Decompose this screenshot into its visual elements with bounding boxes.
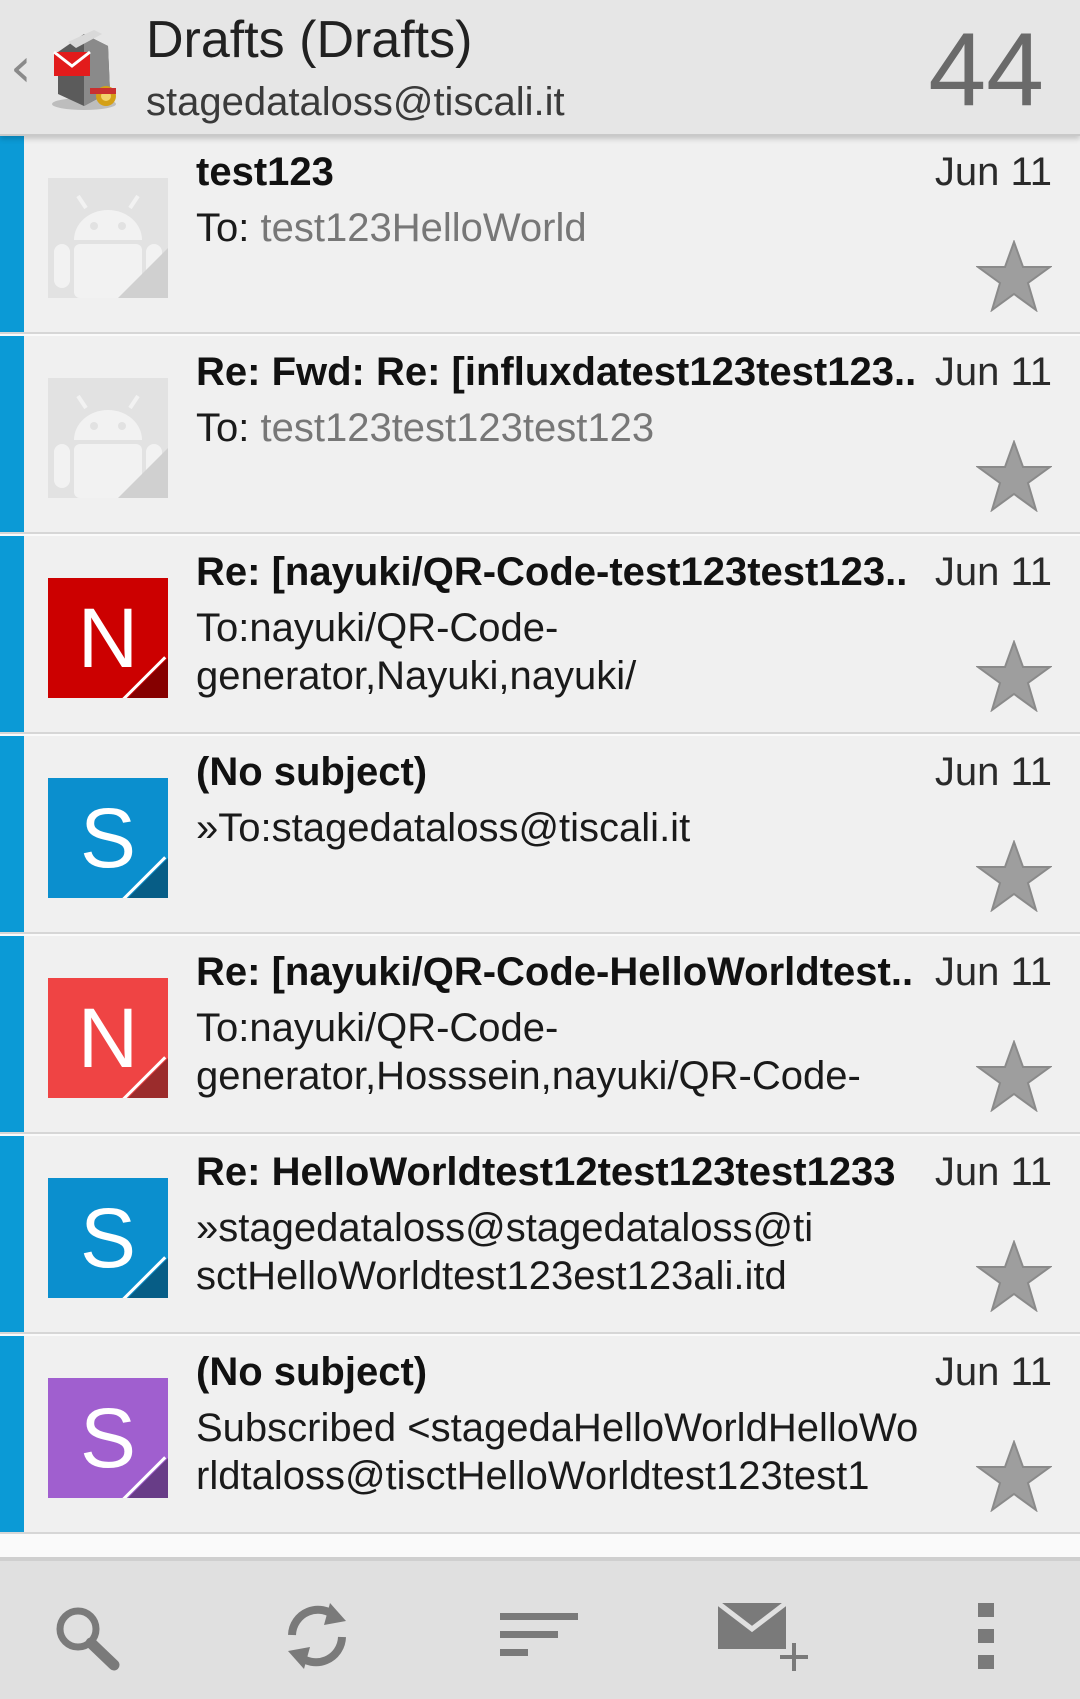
contact-avatar-android-icon[interactable] <box>48 378 168 498</box>
avatar-corner-fold <box>128 1458 168 1498</box>
search-icon[interactable] <box>42 1591 132 1681</box>
preview-line: To:nayuki/QR-Code- <box>196 606 559 650</box>
message-preview: »stagedataloss@stagedataloss@ti sctHelloW… <box>196 1204 956 1300</box>
preview-line: »stagedataloss@stagedataloss@ti <box>196 1206 814 1250</box>
contact-avatar[interactable]: N <box>48 578 168 698</box>
more-vert-icon[interactable] <box>952 1591 1022 1681</box>
message-row[interactable]: test123 Jun 11 To: test123HelloWorld <box>0 136 1080 334</box>
preview-line: generator,Nayuki,nayuki/ <box>196 654 637 698</box>
message-row[interactable]: Re: Fwd: Re: [influxdatest123test123.. Ju… <box>0 336 1080 534</box>
message-preview: »To:stagedataloss@tiscali.it <box>196 804 956 852</box>
sort-icon[interactable] <box>496 1591 586 1681</box>
folder-title: Drafts (Drafts) <box>146 11 473 69</box>
refresh-icon[interactable] <box>272 1591 362 1681</box>
message-subject: Re: Fwd: Re: [influxdatest123test123.. <box>196 350 916 394</box>
unread-indicator <box>0 936 24 1132</box>
message-row[interactable]: S Re: HelloWorldtest12test123test1233 Jun … <box>0 1136 1080 1334</box>
to-label: To: <box>196 206 261 250</box>
message-date: Jun 11 <box>928 1150 1052 1195</box>
star-icon[interactable] <box>974 1439 1054 1513</box>
avatar-corner-fold <box>128 858 168 898</box>
avatar-corner-fold <box>128 1058 168 1098</box>
message-date: Jun 11 <box>928 150 1052 195</box>
message-row[interactable]: S (No subject) Jun 11 Subscribed <stagedaHe… <box>0 1336 1080 1534</box>
preview-line: sctHelloWorldtest123est123ali.itd <box>196 1254 787 1298</box>
preview-line: generator,Hosssein,nayuki/QR-Code- <box>196 1054 861 1098</box>
message-count: 44 <box>928 12 1044 128</box>
unread-indicator <box>0 136 24 332</box>
preview-line: To:nayuki/QR-Code- <box>196 1006 559 1050</box>
message-preview: To:nayuki/QR-Code-generator,Hosssein,nay… <box>196 1004 956 1100</box>
message-row[interactable]: N Re: [nayuki/QR-Code-HelloWorldtest.. Jun… <box>0 936 1080 1134</box>
message-preview: To: test123HelloWorld <box>196 204 956 252</box>
chevron-left-icon[interactable]: ‹ <box>10 40 40 100</box>
k9-mail-dog-icon[interactable] <box>44 22 124 112</box>
unread-indicator <box>0 1136 24 1332</box>
message-date: Jun 11 <box>928 750 1052 795</box>
bottom-action-bar <box>0 1557 1080 1699</box>
message-preview: Subscribed <stagedaHelloWorldHelloWo rldt… <box>196 1404 956 1500</box>
avatar-corner-fold <box>128 658 168 698</box>
account-email: stagedataloss@tiscali.it <box>146 80 565 124</box>
unread-indicator <box>0 336 24 532</box>
avatar-corner-fold <box>128 1258 168 1298</box>
message-subject: Re: [nayuki/QR-Code-HelloWorldtest.. <box>196 950 914 994</box>
contact-avatar[interactable]: N <box>48 978 168 1098</box>
star-icon[interactable] <box>974 639 1054 713</box>
message-subject: (No subject) <box>196 1350 428 1394</box>
message-preview: To:nayuki/QR-Code-generator,Nayuki,nayuk… <box>196 604 956 700</box>
contact-avatar[interactable]: S <box>48 778 168 898</box>
action-bar: ‹ Drafts (Drafts) stagedataloss@tiscali.… <box>0 0 1080 136</box>
message-subject: (No subject) <box>196 750 428 794</box>
message-subject: test123 <box>196 150 334 194</box>
contact-avatar[interactable]: S <box>48 1378 168 1498</box>
message-row[interactable]: N Re: [nayuki/QR-Code-test123test123.. Jun… <box>0 536 1080 734</box>
preview-line: Subscribed <stagedaHelloWorldHelloWo <box>196 1406 919 1450</box>
to-label: To: <box>196 406 261 450</box>
message-preview: To: test123test123test123 <box>196 404 956 452</box>
star-icon[interactable] <box>974 1039 1054 1113</box>
preview-line: rldtaloss@tisctHelloWorldtest123test1 <box>196 1454 870 1498</box>
recipient: test123HelloWorld <box>260 206 587 250</box>
message-subject: Re: [nayuki/QR-Code-test123test123.. <box>196 550 908 594</box>
message-date: Jun 11 <box>928 1350 1052 1395</box>
star-icon[interactable] <box>974 439 1054 513</box>
unread-indicator <box>0 1336 24 1532</box>
unread-indicator <box>0 736 24 932</box>
preview-line: »To:stagedataloss@tiscali.it <box>196 806 691 850</box>
unread-indicator <box>0 536 24 732</box>
message-date: Jun 11 <box>928 550 1052 595</box>
message-date: Jun 11 <box>928 950 1052 995</box>
contact-avatar[interactable]: S <box>48 1178 168 1298</box>
contact-avatar-android-icon[interactable] <box>48 178 168 298</box>
star-icon[interactable] <box>974 1239 1054 1313</box>
star-icon[interactable] <box>974 839 1054 913</box>
message-row[interactable]: S (No subject) Jun 11 »To:stagedataloss@tis… <box>0 736 1080 934</box>
recipient: test123test123test123 <box>260 406 655 450</box>
star-icon[interactable] <box>974 239 1054 313</box>
message-date: Jun 11 <box>928 350 1052 395</box>
compose-icon[interactable] <box>716 1591 816 1681</box>
message-subject: Re: HelloWorldtest12test123test1233 <box>196 1150 896 1194</box>
